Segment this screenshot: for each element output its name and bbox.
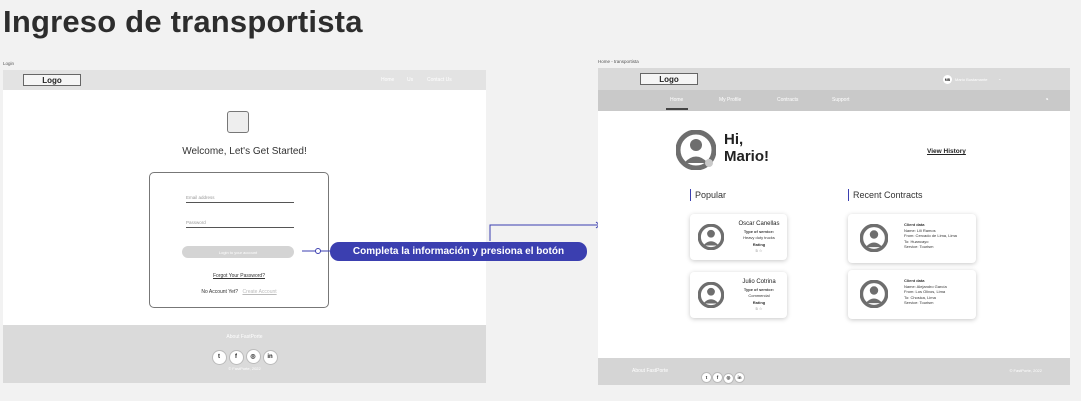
rating-value: 5 ☆ [755, 247, 763, 253]
user-avatar[interactable]: MB [943, 75, 952, 84]
forgot-password-link[interactable]: Forgot Your Password? [150, 273, 328, 279]
welcome-heading: Welcome, Let's Get Started! [182, 146, 307, 157]
popular-card-info: Julio Cotrina Type of service: Commercia… [732, 279, 786, 311]
tab-bar: Home My Profile Contracts Support ◔ [598, 90, 1070, 111]
client-from: From: Cercado de Lima, Lima [904, 233, 957, 238]
login-card: Email address Password Login to your acc… [149, 172, 329, 308]
tab-my-profile[interactable]: My Profile [719, 97, 741, 103]
user-name[interactable]: Mario Bustamante [955, 77, 987, 82]
no-account-text: No Account Yet? [201, 289, 239, 295]
driver-name: Julio Cotrina [742, 279, 776, 285]
image-placeholder [227, 111, 249, 133]
user-avatar-icon [860, 224, 888, 252]
footer-about[interactable]: About FastPorte [3, 334, 486, 340]
popular-card[interactable]: Oscar Canellas Type of service: Heavy du… [690, 214, 787, 260]
popular-card-info: Oscar Canellas Type of service: Heavy du… [732, 221, 786, 253]
driver-name: Oscar Canellas [738, 221, 780, 227]
notification-bell-icon[interactable]: ◔ [1044, 95, 1049, 104]
login-navbar: Logo Home Us Contact Us [3, 70, 486, 90]
popular-heading: Popular [690, 189, 726, 201]
login-frame-label: Login [3, 61, 15, 66]
chevron-down-icon[interactable]: ⌄ [998, 76, 1001, 81]
create-account-link[interactable]: Create Account [242, 289, 276, 295]
recent-card-info: Client data Name: Lili Ramos From: Cerca… [904, 222, 957, 250]
service-value: Heavy duty trucks [743, 234, 775, 240]
popular-card[interactable]: Julio Cotrina Type of service: Commercia… [690, 272, 787, 318]
email-field[interactable]: Email address [186, 195, 294, 203]
instagram-icon[interactable]: ◎ [724, 373, 733, 383]
recent-card-info: Client data Name: Alejandro García From:… [904, 278, 947, 306]
client-service: Service: Tourism [904, 300, 934, 305]
home-footer: About FastPorte t f ◎ in © FastPorte, 2022 [598, 358, 1070, 385]
footer-about[interactable]: About FastPorte [632, 368, 668, 374]
login-footer: About FastPorte t f ◎ in © FastPorte, 2022 [3, 325, 486, 383]
tab-home[interactable]: Home [670, 97, 683, 103]
callout-label: Completa la información y presiona el bo… [330, 242, 587, 261]
login-frame: Logo Home Us Contact Us Welcome, Let's G… [3, 70, 486, 383]
home-frame: Logo MB Mario Bustamante ⌄ Home My Profi… [598, 68, 1070, 385]
twitter-icon[interactable]: t [212, 350, 226, 364]
tab-contracts[interactable]: Contracts [777, 97, 798, 103]
footer-copyright: © FastPorte, 2022 [228, 366, 261, 371]
recent-title: Recent Contracts [853, 190, 923, 200]
tab-support[interactable]: Support [832, 97, 850, 103]
user-avatar-large [676, 130, 716, 170]
login-button[interactable]: Login to your account [182, 246, 294, 258]
logo[interactable]: Logo [23, 74, 81, 86]
social-links: t f ◎ in [701, 366, 745, 384]
nav-us[interactable]: Us [407, 77, 413, 83]
greeting-name: Mario! [724, 148, 769, 165]
linkedin-icon[interactable]: in [735, 373, 744, 382]
home-frame-label: Home - transportista [598, 59, 639, 64]
facebook-icon[interactable]: f [713, 373, 722, 382]
nav-contact[interactable]: Contact Us [427, 77, 452, 83]
footer-copyright: © FastPorte, 2022 [1009, 368, 1042, 373]
recent-contract-card[interactable]: Client data Name: Lili Ramos From: Cerca… [848, 214, 976, 263]
tab-home-underline [666, 108, 688, 110]
social-links: t f ◎ in [3, 345, 486, 364]
user-avatar-icon [698, 282, 724, 308]
greeting-hi: Hi, [724, 131, 744, 148]
user-avatar-icon [698, 224, 724, 250]
client-service: Service: Tourism [904, 244, 934, 249]
instagram-icon[interactable]: ◎ [246, 350, 260, 363]
signup-row: No Account Yet? Create Account [150, 289, 328, 295]
logo[interactable]: Logo [640, 73, 698, 85]
recent-contract-card[interactable]: Client data Name: Alejandro García From:… [848, 270, 976, 319]
popular-title: Popular [695, 190, 727, 200]
user-avatar-icon [860, 280, 888, 308]
home-navbar: Logo MB Mario Bustamante ⌄ Home My Profi… [598, 68, 1070, 111]
linkedin-icon[interactable]: in [263, 350, 277, 364]
view-history-link[interactable]: View History [927, 148, 966, 155]
facebook-icon[interactable]: f [229, 350, 243, 364]
password-field[interactable]: Password [186, 220, 294, 228]
nav-home[interactable]: Home [381, 77, 394, 83]
service-value: Commercial [748, 292, 770, 298]
rating-value: 5 ☆ [755, 305, 763, 311]
recent-heading: Recent Contracts [848, 189, 923, 201]
twitter-icon[interactable]: t [702, 373, 711, 382]
client-from: From: Los Olivos, Lima [904, 289, 946, 294]
page-title: Ingreso de transportista [3, 4, 363, 39]
